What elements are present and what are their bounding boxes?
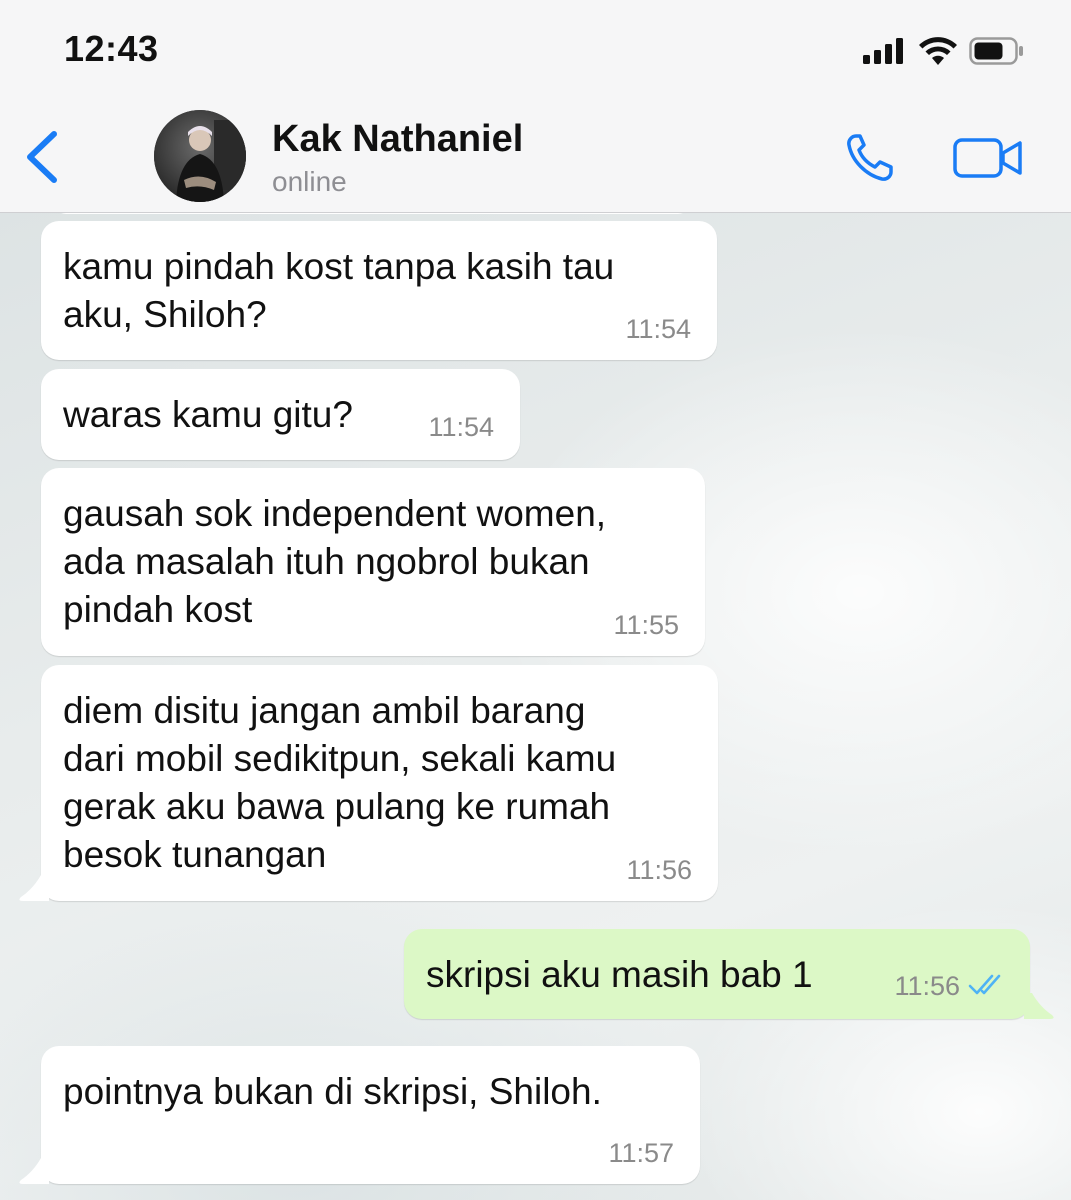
double-check-read-icon [968, 974, 1001, 995]
message-bubble-incoming[interactable]: waras kamu gitu? 11:54 [41, 369, 520, 460]
message-time: 11:55 [613, 610, 679, 640]
message-bubble-outgoing[interactable]: skripsi aku masih bab 1 11:56 [404, 929, 1054, 1019]
contact-name[interactable]: Kak Nathaniel [272, 118, 523, 161]
bubble-tail [19, 1158, 49, 1184]
message-bubble-incoming[interactable]: gausah sok independent women, ada masala… [41, 468, 705, 656]
back-chevron-icon[interactable] [22, 128, 66, 186]
message-time: 11:54 [625, 314, 691, 344]
message-text: diem disitu jangan ambil barang dari mob… [63, 690, 617, 875]
message-bubble-incoming[interactable]: kamu pindah kost tanpa kasih tau aku, Sh… [41, 221, 717, 360]
status-icons [863, 34, 1025, 68]
message-bubble-incoming[interactable]: diem disitu jangan ambil barang dari mob… [19, 665, 718, 901]
bubble-tail [1024, 993, 1054, 1019]
signal-icon [863, 38, 903, 64]
wifi-icon [919, 37, 957, 65]
contact-avatar[interactable] [154, 110, 246, 202]
message-time: 11:56 [626, 855, 692, 885]
battery-icon [969, 37, 1023, 65]
chat-header: 12:43 Kak Nathaniel online [0, 0, 1071, 213]
message-text: kamu pindah kost tanpa kasih tau aku, Sh… [63, 246, 615, 335]
message-time: 11:54 [428, 412, 494, 442]
bubble-tail [19, 875, 49, 901]
message-text: pointnya bukan di skripsi, Shiloh. [63, 1071, 602, 1112]
message-text: gausah sok independent women, ada masala… [63, 493, 607, 630]
status-time: 12:43 [64, 28, 159, 69]
phone-icon[interactable] [842, 130, 902, 186]
message-time: 11:56 [894, 971, 960, 1001]
avatar-photo [154, 110, 246, 202]
message-time: 11:57 [608, 1138, 674, 1168]
video-camera-icon[interactable] [952, 134, 1024, 182]
contact-status: online [272, 166, 347, 197]
message-bubble-incoming[interactable]: pointnya bukan di skripsi, Shiloh. 11:57 [19, 1046, 700, 1184]
